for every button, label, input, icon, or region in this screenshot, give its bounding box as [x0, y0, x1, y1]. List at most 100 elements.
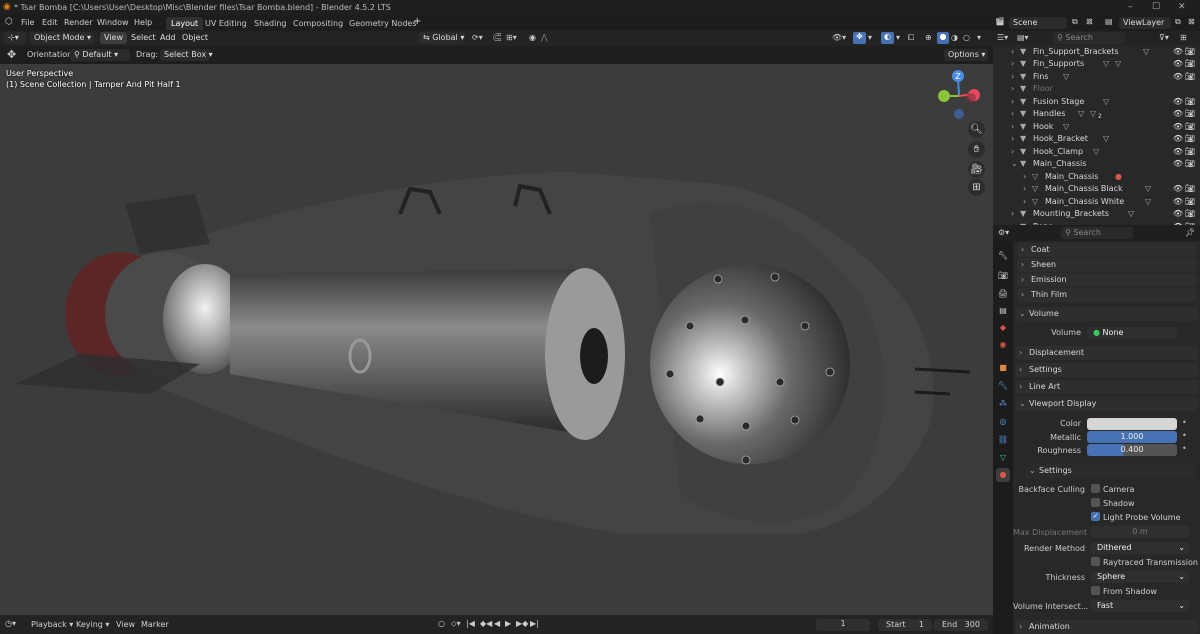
- play-icon[interactable]: ▶: [505, 619, 511, 628]
- tab-uv-editing[interactable]: UV Editing: [200, 17, 252, 30]
- expand-arrow-icon[interactable]: ›: [1011, 109, 1014, 118]
- expand-arrow-icon[interactable]: ›: [1011, 147, 1014, 156]
- filter-icon[interactable]: ⊽▾: [1159, 33, 1169, 42]
- current-frame-field[interactable]: 1: [816, 619, 870, 631]
- menu-view[interactable]: View: [100, 32, 127, 44]
- modifier-tab-icon[interactable]: 🔧︎: [996, 379, 1010, 393]
- render-camera-icon[interactable]: 📷︎: [1185, 72, 1195, 81]
- expand-arrow-icon[interactable]: ›: [1011, 84, 1014, 93]
- gizmo-dropdown-icon[interactable]: ▾: [868, 33, 872, 42]
- section-viewport-display[interactable]: ⌄ Viewport Display: [1015, 397, 1198, 411]
- from-shadow-checkbox[interactable]: [1091, 586, 1100, 595]
- pin-icon[interactable]: 📌︎: [1185, 228, 1195, 237]
- world-tab-icon[interactable]: ◉: [996, 338, 1010, 352]
- outliner-editor-icon[interactable]: ☰▾: [997, 33, 1008, 42]
- editor-type-button[interactable]: ⊹▾: [4, 32, 26, 44]
- next-key-icon[interactable]: ▶◆: [516, 619, 528, 628]
- tab-shading[interactable]: Shading: [249, 17, 292, 30]
- shading-dropdown-icon[interactable]: ▾: [977, 33, 981, 42]
- close-button[interactable]: ✕: [1178, 2, 1186, 12]
- visibility-icon[interactable]: 👁︎▾: [832, 33, 846, 42]
- new-collection-icon[interactable]: ⊞: [1180, 33, 1187, 42]
- render-camera-icon[interactable]: 📷︎: [1185, 97, 1195, 106]
- max-displacement-field[interactable]: 0 m: [1091, 526, 1189, 538]
- outliner-item[interactable]: ⌄ ▼ Main_Chassis 👁︎ 📷︎: [993, 158, 1200, 171]
- navigation-gizmo[interactable]: Z: [935, 68, 987, 120]
- expand-arrow-icon[interactable]: ›: [1011, 59, 1014, 68]
- object-tab-icon[interactable]: ■: [996, 361, 1010, 375]
- pivot-point-icon[interactable]: ⟳▾: [472, 33, 483, 42]
- menu-file[interactable]: File: [21, 18, 34, 27]
- expand-arrow-icon[interactable]: ›: [1023, 172, 1026, 181]
- properties-search-input[interactable]: ⚲ Search: [1061, 227, 1133, 239]
- mode-select[interactable]: Object Mode ▾: [30, 32, 94, 44]
- collapse-arrow-icon[interactable]: ⌄: [1011, 159, 1018, 168]
- outliner-search-input[interactable]: ⚲ Search: [1053, 32, 1125, 44]
- menu-window[interactable]: Window: [97, 18, 129, 27]
- move-tool-icon[interactable]: ✥: [7, 48, 16, 61]
- overlay-dropdown-icon[interactable]: ▾: [896, 33, 900, 42]
- blender-menu-icon[interactable]: ⬡: [5, 17, 13, 27]
- particles-tab-icon[interactable]: ⁂: [996, 397, 1010, 411]
- drag-select[interactable]: Select Box ▾: [160, 49, 213, 61]
- section-coat[interactable]: › Coat: [1017, 243, 1196, 257]
- outliner-item[interactable]: › ▼ Fin_Support_Brackets ▽ 👁︎ 📷︎: [993, 46, 1200, 59]
- section-volume[interactable]: ⌄ Volume: [1015, 307, 1198, 321]
- properties-editor-icon[interactable]: ⚙▾: [998, 228, 1009, 237]
- section-thin-film[interactable]: › Thin Film: [1017, 288, 1196, 302]
- volume-intersection-select[interactable]: Fast ⌄: [1091, 600, 1189, 612]
- shadow-checkbox[interactable]: [1091, 498, 1100, 507]
- ortho-toggle-icon[interactable]: ⊞: [968, 179, 985, 196]
- menu-render[interactable]: Render: [64, 18, 92, 27]
- render-camera-icon[interactable]: 📷︎: [1185, 122, 1195, 131]
- pan-hand-icon[interactable]: ✋︎: [968, 141, 985, 158]
- delete-view-layer-icon[interactable]: ⊠: [1188, 17, 1195, 26]
- 3d-viewport[interactable]: User Perspective (1) Scene Collection | …: [0, 64, 993, 615]
- delete-scene-icon[interactable]: ⊠: [1086, 17, 1093, 26]
- expand-arrow-icon[interactable]: ›: [1011, 122, 1014, 131]
- section-displacement[interactable]: › Displacement: [1015, 346, 1198, 360]
- play-reverse-icon[interactable]: ◀: [494, 619, 500, 628]
- start-frame-field[interactable]: Start 1: [878, 619, 932, 631]
- marker-menu[interactable]: Marker: [141, 620, 169, 629]
- scene-render[interactable]: [0, 64, 993, 615]
- light-probe-checkbox[interactable]: ✓: [1091, 512, 1100, 521]
- render-camera-icon[interactable]: 📷︎: [1185, 159, 1195, 168]
- visibility-eye-icon[interactable]: 👁︎: [1173, 59, 1183, 68]
- timeline-view-menu[interactable]: View: [116, 620, 135, 629]
- render-camera-icon[interactable]: 📷︎: [1185, 134, 1195, 143]
- render-camera-icon[interactable]: 📷︎: [1185, 109, 1195, 118]
- visibility-eye-icon[interactable]: 👁︎: [1173, 159, 1183, 168]
- jump-end-icon[interactable]: ▶|: [530, 619, 539, 628]
- outliner-item[interactable]: › ▼ Hook ▽ 👁︎ 📷︎: [993, 121, 1200, 134]
- render-camera-icon[interactable]: 📷︎: [1185, 197, 1195, 206]
- section-settings[interactable]: › Settings: [1015, 363, 1198, 377]
- display-mode-icon[interactable]: ▤▾: [1017, 33, 1029, 42]
- data-tab-icon[interactable]: ▽: [996, 451, 1010, 465]
- scene-tab-icon[interactable]: ◆: [996, 321, 1010, 335]
- visibility-eye-icon[interactable]: 👁︎: [1173, 72, 1183, 81]
- options-button[interactable]: Options ▾: [944, 49, 988, 61]
- tab-geometry-nodes[interactable]: Geometry Nodes: [344, 17, 421, 30]
- tab-layout[interactable]: Layout: [166, 17, 204, 30]
- visibility-eye-icon[interactable]: 👁︎: [1173, 134, 1183, 143]
- maximize-button[interactable]: ☐: [1152, 2, 1160, 12]
- color-keyframe-dot[interactable]: •: [1182, 418, 1187, 427]
- tab-compositing[interactable]: Compositing: [288, 17, 348, 30]
- visibility-eye-icon[interactable]: 👁︎: [1173, 147, 1183, 156]
- roughness-field[interactable]: 0.400: [1087, 444, 1177, 456]
- material-shading-icon[interactable]: ◑: [951, 33, 958, 42]
- visibility-eye-icon[interactable]: 👁︎: [1173, 197, 1183, 206]
- solid-shading-icon[interactable]: ●: [937, 32, 949, 44]
- visibility-eye-icon[interactable]: 👁︎: [1173, 184, 1183, 193]
- view-layer-field[interactable]: ViewLayer: [1119, 17, 1171, 29]
- section-emission[interactable]: › Emission: [1017, 273, 1196, 287]
- menu-add[interactable]: Add: [156, 32, 180, 44]
- visibility-eye-icon[interactable]: 👁︎: [1173, 47, 1183, 56]
- expand-arrow-icon[interactable]: ›: [1011, 47, 1014, 56]
- new-view-layer-icon[interactable]: ⧉: [1175, 17, 1181, 27]
- section-line-art[interactable]: › Line Art: [1015, 380, 1198, 394]
- expand-arrow-icon[interactable]: ›: [1011, 134, 1014, 143]
- visibility-eye-icon[interactable]: 👁︎: [1173, 209, 1183, 218]
- raytraced-checkbox[interactable]: [1091, 557, 1100, 566]
